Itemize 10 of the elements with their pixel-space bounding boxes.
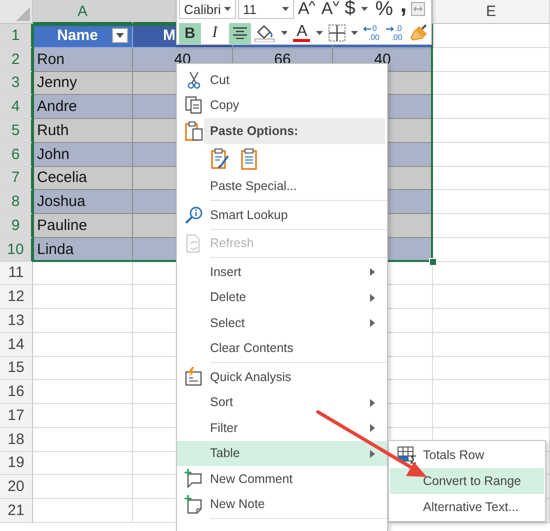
table-cell: Linda	[33, 238, 133, 262]
column-title: Name	[57, 26, 98, 44]
table-cell: Ruth	[33, 119, 133, 143]
table-cell: Cecelia	[33, 166, 133, 190]
table-cell: Andre	[33, 95, 133, 119]
table-cell: Pauline	[33, 214, 133, 238]
table-cell: Ron	[33, 48, 133, 72]
table-cell: John	[33, 142, 133, 166]
table-cell: Jenny	[33, 72, 133, 96]
table-cell: Joshua	[33, 190, 133, 214]
